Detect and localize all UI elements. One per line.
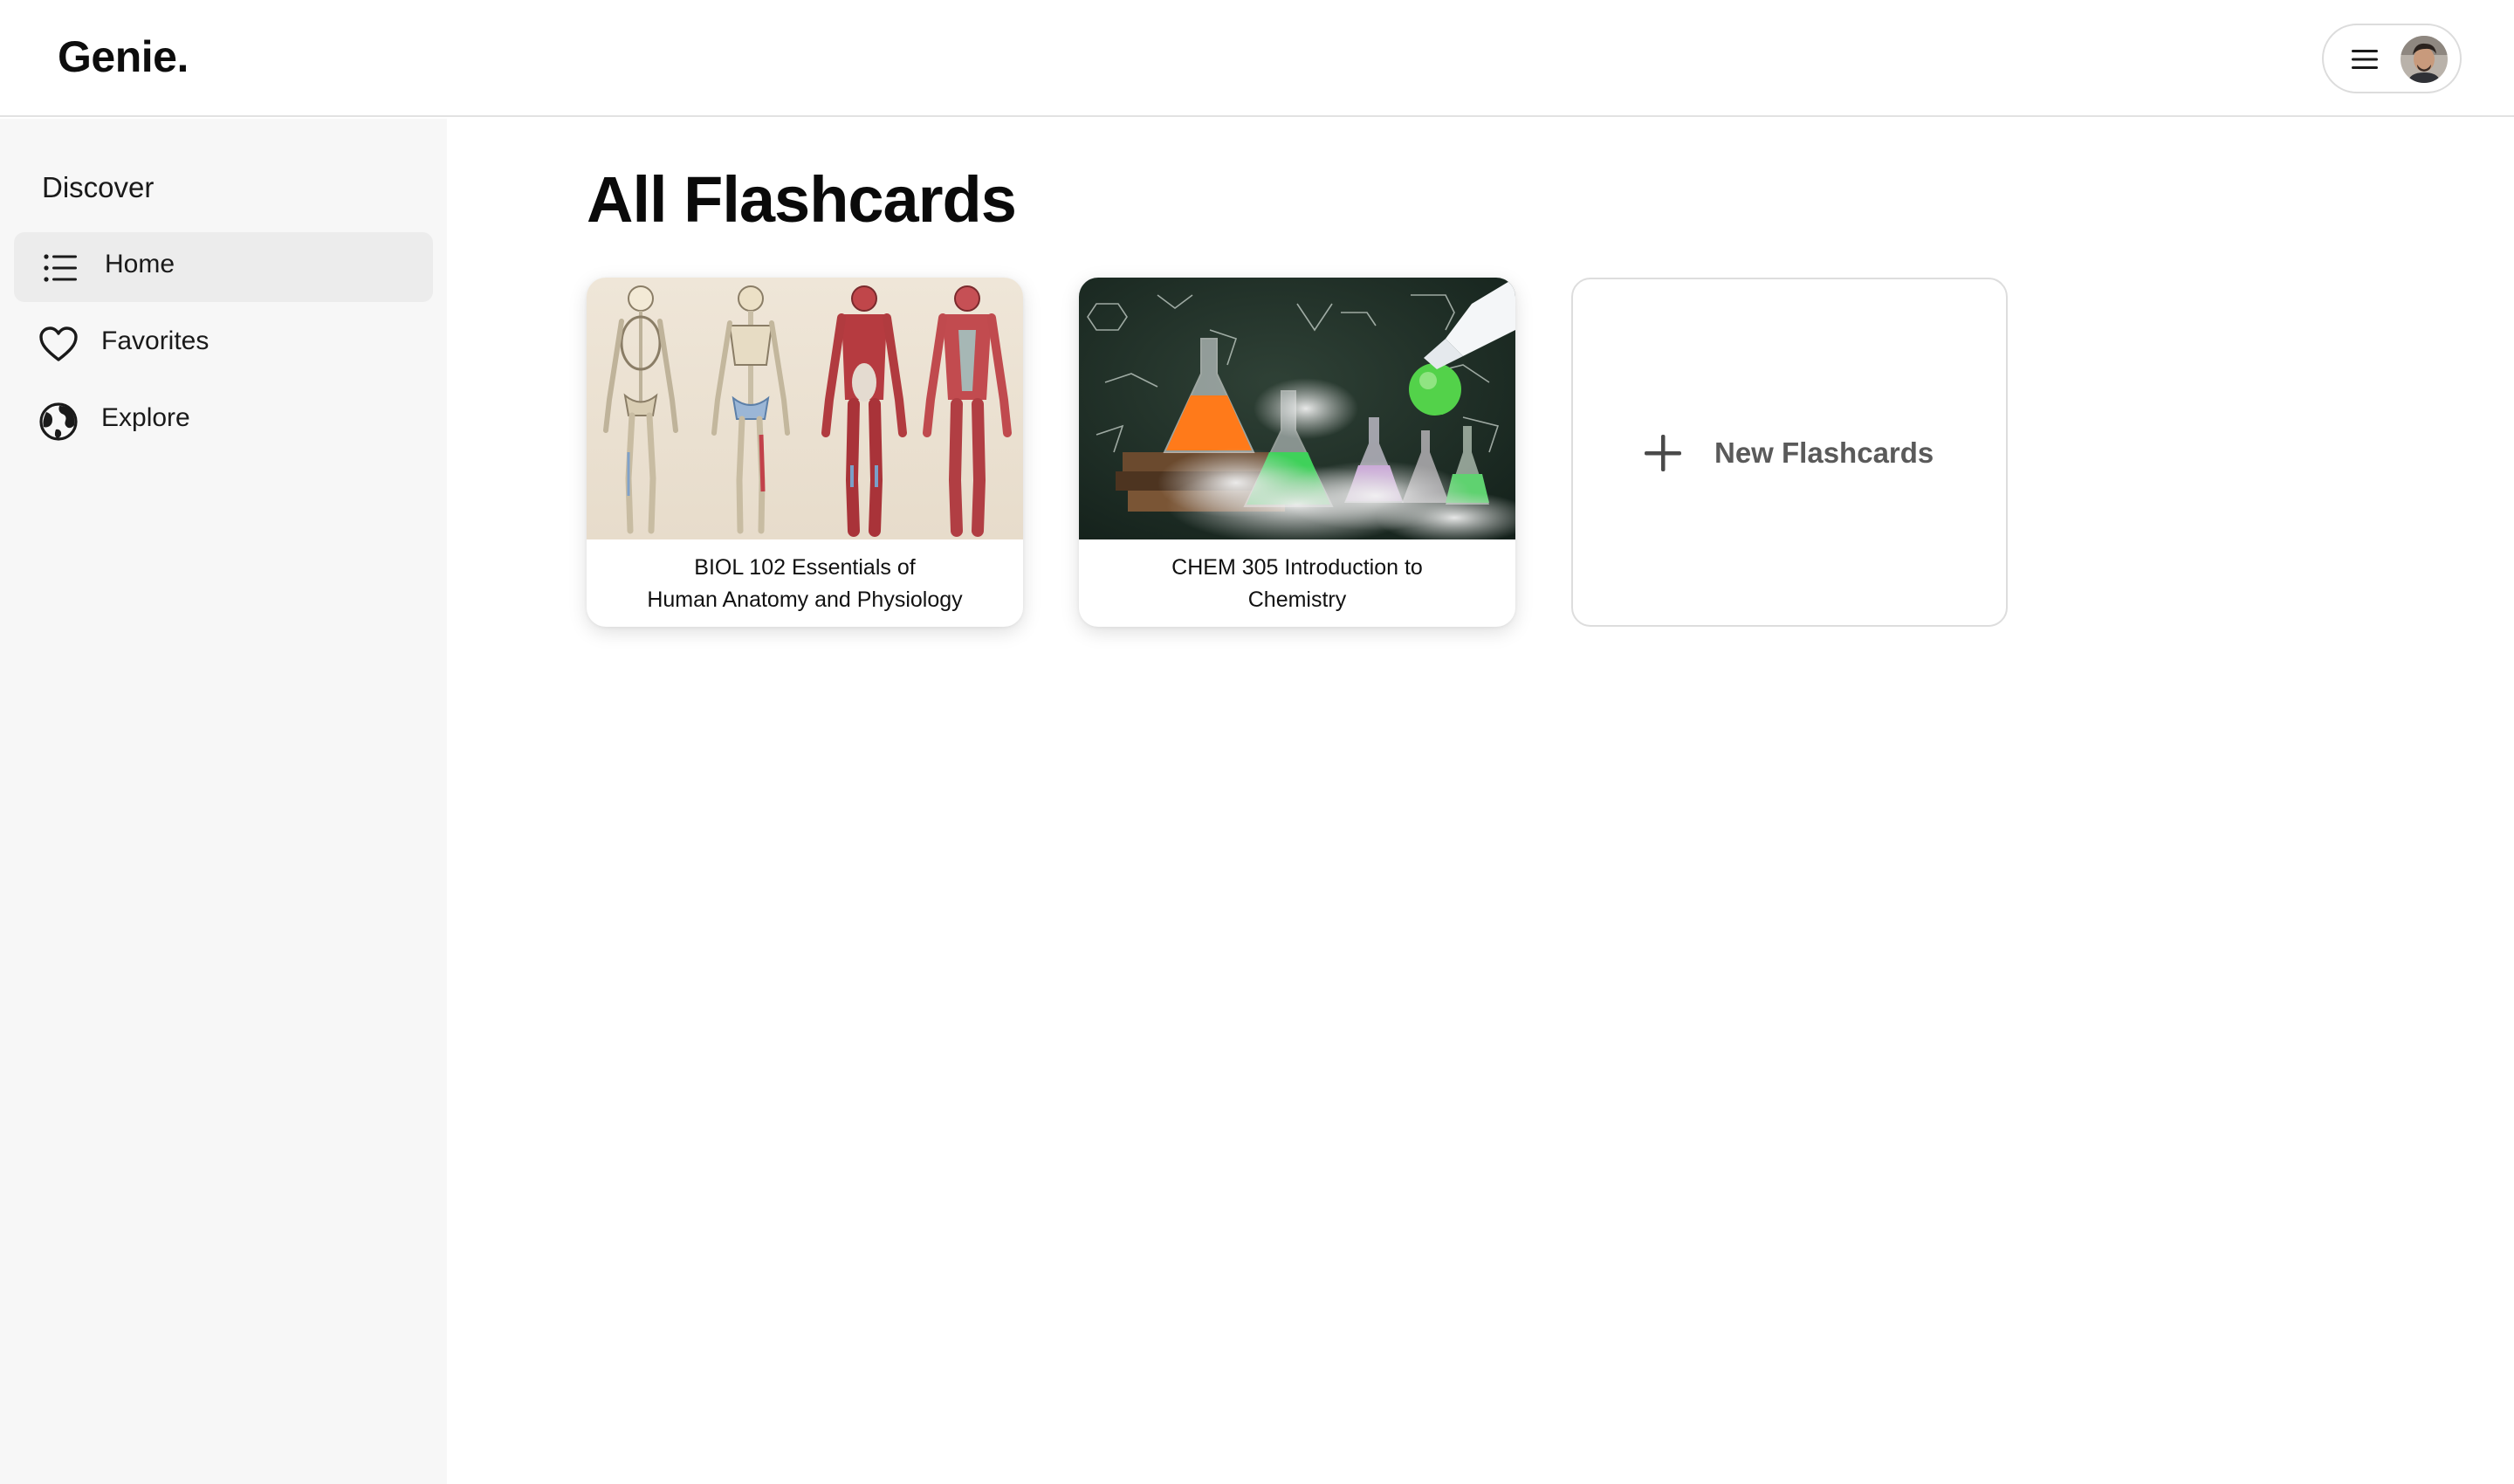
flashcard-biol-102[interactable]: BIOL 102 Essentials of Human Anatomy and… xyxy=(587,278,1023,627)
user-menu-button[interactable] xyxy=(2322,24,2462,93)
plus-icon xyxy=(1645,435,1681,471)
sidebar: Discover Home Favorites Explore xyxy=(0,119,447,1484)
chemistry-lab-photo xyxy=(1079,278,1515,539)
sidebar-item-label: Home xyxy=(105,250,175,278)
sidebar-item-explore[interactable]: Explore xyxy=(14,386,433,456)
heart-icon xyxy=(39,326,78,361)
globe-icon xyxy=(39,402,78,441)
sidebar-item-favorites[interactable]: Favorites xyxy=(14,309,433,379)
flashcard-title: CHEM 305 Introduction to Chemistry xyxy=(1171,555,1423,612)
flashcard-title: BIOL 102 Essentials of Human Anatomy and… xyxy=(647,555,963,612)
new-flashcards-button[interactable]: New Flashcards xyxy=(1571,278,2008,627)
hamburger-menu-icon xyxy=(2352,50,2378,69)
list-icon xyxy=(44,254,77,282)
flashcard-chem-305[interactable]: CHEM 305 Introduction to Chemistry xyxy=(1079,278,1515,627)
sidebar-heading: Discover xyxy=(42,171,155,203)
top-bar: Genie. xyxy=(0,0,2514,117)
page-title: All Flashcards xyxy=(587,163,1017,236)
anatomy-illustration xyxy=(587,278,1023,539)
sidebar-item-label: Favorites xyxy=(101,326,210,355)
app-logo[interactable]: Genie. xyxy=(58,31,189,82)
sidebar-item-label: Explore xyxy=(101,403,190,432)
new-flashcards-label: New Flashcards xyxy=(1714,436,1934,469)
user-avatar xyxy=(2401,36,2448,83)
sidebar-item-home[interactable]: Home xyxy=(14,232,433,302)
